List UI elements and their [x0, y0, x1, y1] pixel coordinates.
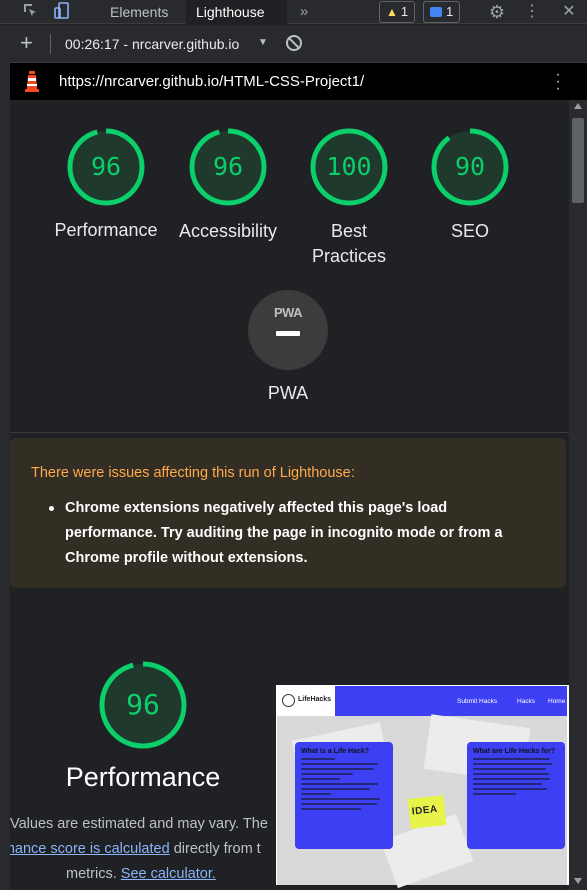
warning-box: There were issues affecting this run of … [10, 438, 566, 588]
score-value: 96 [212, 152, 244, 181]
score-value: 100 [326, 152, 372, 181]
score-calculation-link[interactable]: rmance score is calculated [10, 841, 170, 857]
chevron-down-icon[interactable]: ▼ [258, 37, 268, 48]
performance-description: Values are estimated and may vary. The r… [10, 812, 276, 890]
thumb-card-left: What is a Life Hack? [295, 742, 393, 849]
desc-text: metrics. [66, 866, 117, 882]
gauge-label: Best Practices [312, 221, 387, 266]
desc-text: directly from t [169, 841, 261, 857]
tab-elements[interactable]: Elements [100, 0, 178, 24]
gauge-pwa[interactable]: PWA [248, 290, 328, 370]
tab-lighthouse[interactable]: Lighthouse [186, 0, 287, 24]
messages-count: 1 [446, 4, 454, 19]
pwa-na-dash-icon [276, 331, 300, 336]
devtools-tab-bar: Elements Lighthouse » ▲ 1 1 ⚙ ⋮ ✕ [0, 0, 587, 24]
report-url-bar: https://nrcarver.github.io/HTML-CSS-Proj… [10, 63, 587, 100]
lighthouse-logo-icon [25, 71, 39, 92]
messages-badge[interactable]: 1 [423, 1, 461, 23]
pwa-badge-text: PWA [273, 305, 303, 320]
atom-icon [282, 694, 295, 707]
thumb-nav-item: Hacks [517, 698, 536, 705]
thumb-nav-item: Home [548, 698, 566, 705]
warning-title: There were issues affecting this run of … [31, 465, 355, 481]
toolbar-separator [50, 34, 51, 54]
gear-icon[interactable]: ⚙ [487, 2, 507, 22]
message-icon [430, 7, 442, 17]
inspect-element-icon[interactable] [20, 2, 40, 22]
warning-item: Chrome extensions negatively affected th… [49, 496, 535, 571]
lighthouse-toolbar: + 00:26:17 - nrcarver.github.io ▼ [0, 25, 587, 63]
final-screenshot-thumbnail[interactable]: LifeHacks Submit Hacks Hacks Home What i… [276, 685, 569, 889]
thumb-card-right: What are Life Hacks for? [467, 742, 565, 849]
thumb-sticky-text: IDEA [411, 803, 439, 818]
device-toolbar-icon[interactable] [52, 2, 72, 22]
desc-line: Values are estimated and may vary. The [10, 816, 268, 832]
score-value: 96 [126, 688, 160, 721]
plus-icon[interactable]: + [20, 31, 33, 55]
left-gutter [0, 25, 10, 890]
score-value: 90 [454, 152, 486, 181]
thumb-logo-text: LifeHacks [298, 696, 332, 703]
close-icon[interactable]: ✕ [559, 2, 579, 22]
gauge-accessibility[interactable]: 96 [188, 127, 268, 207]
desc-line: rmance score is calculated directly from… [10, 837, 261, 862]
see-calculator-link[interactable]: See calculator. [121, 866, 216, 882]
more-options-icon[interactable]: · · · [555, 67, 561, 97]
thumb-card-title: What is a Life Hack? [301, 748, 370, 755]
scrollbar[interactable] [569, 100, 587, 890]
gauge-label: PWA [267, 383, 309, 403]
warnings-count: 1 [400, 4, 409, 19]
block-icon[interactable] [286, 35, 302, 51]
double-chevron-right-icon[interactable]: » [294, 2, 314, 22]
thumb-nav-item: Submit Hacks [457, 698, 498, 705]
warning-icon: ▲ [386, 5, 398, 19]
scroll-down-arrow-icon[interactable] [574, 878, 582, 884]
report-selector[interactable]: 00:26:17 - nrcarver.github.io [65, 36, 239, 52]
performance-title: Performance [65, 762, 221, 792]
scroll-up-arrow-icon[interactable] [574, 103, 582, 109]
gauge-performance[interactable]: 96 [66, 127, 146, 207]
gauge-label: Accessibility [178, 221, 278, 241]
gauge-best-practices[interactable]: 100 [309, 127, 389, 207]
thumb-sticky-note: IDEA [407, 795, 447, 829]
report-url: https://nrcarver.github.io/HTML-CSS-Proj… [59, 73, 365, 90]
thumb-hero: What is a Life Hack? What are Life Hacks… [277, 714, 567, 889]
score-value: 96 [90, 152, 122, 181]
gauge-performance-large[interactable]: 96 [98, 660, 188, 750]
gauge-label: Performance [54, 220, 158, 240]
desc-line: metrics. See calculator. [66, 862, 216, 887]
thumb-site-header: LifeHacks Submit Hacks Hacks Home [277, 686, 567, 716]
warnings-badge[interactable]: ▲ 1 [379, 1, 416, 23]
more-options-icon[interactable]: ⋮ [522, 2, 542, 22]
scrollbar-thumb[interactable] [572, 118, 584, 203]
gauge-seo[interactable]: 90 [430, 127, 510, 207]
thumb-logo: LifeHacks [277, 686, 335, 716]
gauge-label: SEO [450, 221, 489, 241]
section-divider [10, 432, 569, 433]
thumb-card-title: What are Life Hacks for? [473, 748, 556, 755]
report-content: 96 Performance 96 Accessibility 100 Best… [10, 100, 569, 890]
